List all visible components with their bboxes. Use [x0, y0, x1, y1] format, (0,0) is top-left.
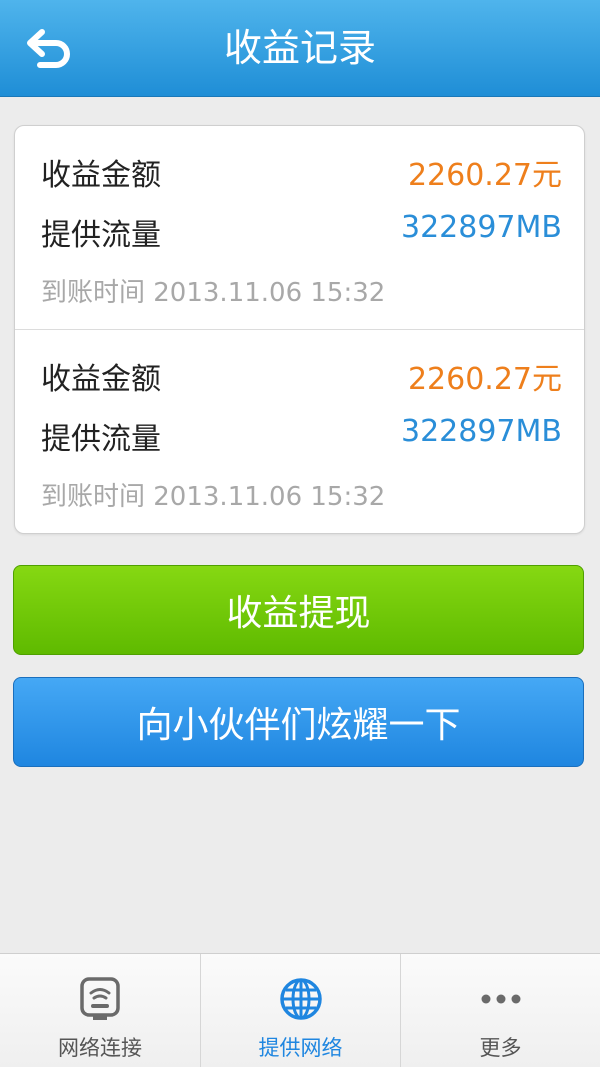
earning-record: 收益金额 2260.27元 提供流量 322897MB 到账时间 2013.11…: [15, 330, 584, 532]
header-bar: 收益记录: [0, 0, 600, 97]
tab-label: 更多: [479, 1036, 522, 1060]
more-dots-icon: [481, 994, 520, 1004]
page-title: 收益记录: [223, 26, 376, 70]
flow-label: 提供流量: [41, 422, 161, 457]
amount-value: 2260.27元: [407, 158, 562, 193]
globe-icon: [279, 978, 322, 1020]
tab-label: 网络连接: [58, 1036, 142, 1060]
amount-label: 收益金额: [41, 158, 161, 193]
tab-label: 提供网络: [258, 1036, 343, 1060]
bottom-tab-bar: 网络连接 提供网络 更多: [0, 953, 600, 1067]
flow-value: 322897MB: [401, 210, 562, 245]
earnings-card: 收益金额 2260.27元 提供流量 322897MB 到账时间 2013.11…: [14, 125, 585, 534]
earning-record: 收益金额 2260.27元 提供流量 322897MB 到账时间 2013.11…: [15, 126, 584, 328]
withdraw-button[interactable]: 收益提现: [13, 565, 584, 655]
tab-provide-network[interactable]: 提供网络: [200, 954, 400, 1067]
tab-more[interactable]: 更多: [400, 954, 600, 1067]
flow-label: 提供流量: [41, 218, 161, 253]
share-button[interactable]: 向小伙伴们炫耀一下: [13, 677, 584, 767]
flow-value: 322897MB: [401, 414, 562, 449]
wifi-router-icon: [80, 977, 120, 1020]
amount-label: 收益金额: [41, 362, 161, 397]
amount-value: 2260.27元: [407, 362, 562, 397]
tab-network-connect[interactable]: 网络连接: [0, 954, 200, 1067]
arrival-time: 到账时间 2013.11.06 15:32: [41, 278, 386, 308]
arrival-time: 到账时间 2013.11.06 15:32: [41, 482, 386, 512]
